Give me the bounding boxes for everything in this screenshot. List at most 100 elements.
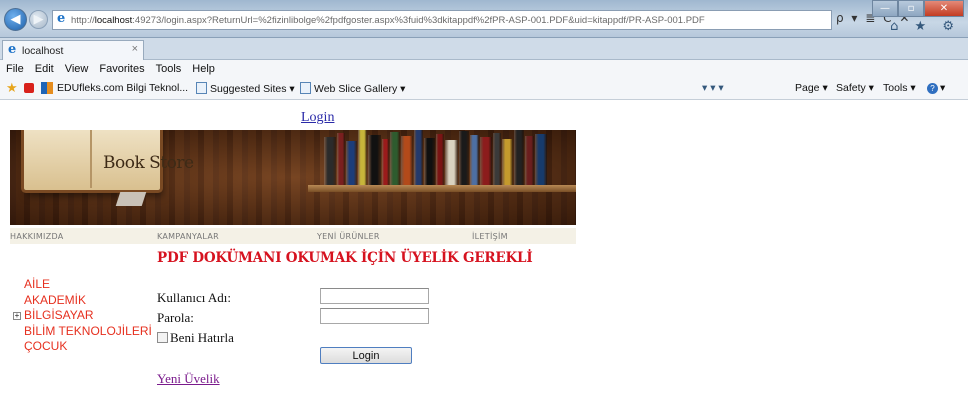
page-menu[interactable]: Page ▾ [795,82,828,94]
maximize-button[interactable]: ▫ [898,0,924,17]
book-spine [337,133,345,185]
book-spine [424,138,435,185]
tab-title: localhost [22,44,64,57]
category-item[interactable]: AİLE [24,277,152,293]
menu-tools[interactable]: Tools [156,63,182,75]
remember-me-label: Beni Hatırla [170,330,234,345]
menu-file[interactable]: File [6,63,24,75]
new-membership-link[interactable]: Yeni Üvelik [157,371,220,387]
browser-title-bar: ◀ ▶ http://localhost:49273/login.aspx?Re… [0,0,968,38]
page-heading: PDF DOKÜMANI OKUMAK İÇİN ÜYELİK GEREKLİ [157,250,533,266]
web-slice-label: Web Slice Gallery ▾ [314,83,406,95]
youtube-icon[interactable] [24,83,34,93]
favorites-star-icon[interactable]: ★ [6,81,19,94]
book-spine [346,141,357,185]
minimize-icon: — [880,3,890,14]
url-prefix: http:// [71,14,95,26]
main-nav: HAKKIMIZDA KAMPANYALAR YENİ ÜRÜNLER İLET… [10,228,576,244]
book-spine [445,140,458,185]
category-item[interactable]: AKADEMİK [24,293,152,309]
book-spine [436,134,444,185]
maximize-icon: ▫ [907,3,915,14]
username-field[interactable] [320,288,429,304]
book-spine [459,131,469,185]
book-spine [390,132,400,185]
tab-bar: localhost × [0,38,968,60]
page-content: Login Book Store HAKKIMIZDA KAMPANYALAR … [0,100,968,400]
password-field[interactable] [320,308,429,324]
nav-kampanyalar[interactable]: KAMPANYALAR [157,232,219,241]
close-window-button[interactable]: ✕ [924,0,964,17]
category-item[interactable]: + BİLGİSAYAR [13,308,152,324]
page-icon [300,82,311,94]
category-label: BİLİM TEKNOLOJİLERİ [24,323,152,338]
book-spine [502,139,513,185]
suggested-sites-label: Suggested Sites ▾ [210,83,295,95]
banner-title: Book Store [103,153,194,173]
username-label: Kullanıcı Adı: [157,290,232,305]
remember-me-checkbox[interactable] [157,332,168,343]
book-spine [493,133,501,185]
favorites-bar: ★ EDUfleks.com Bilgi Teknol... Suggested… [0,78,968,100]
back-button[interactable]: ◀ [4,8,27,31]
nav-yeni-urunler[interactable]: YENİ ÜRÜNLER [317,232,380,241]
help-menu[interactable]: ? ▾ [927,82,945,94]
category-item[interactable]: ÇOCUK [24,339,152,355]
login-link[interactable]: Login [301,110,334,126]
forward-button[interactable]: ▶ [29,10,48,29]
category-list: AİLE AKADEMİK + BİLGİSAYAR BİLİM TEKNOLOJ… [13,277,152,355]
url-host: localhost [94,14,133,26]
minimize-button[interactable]: — [872,0,898,17]
page-icon [196,82,207,94]
book-spine [514,130,524,185]
category-label: AİLE [24,277,51,291]
menu-bar: File Edit View Favorites Tools Help [0,60,968,78]
edufleks-icon [41,82,53,94]
menu-view[interactable]: View [65,63,89,75]
menu-help[interactable]: Help [192,63,215,75]
book-spine [414,130,423,185]
nav-iletisim[interactable]: İLETİŞİM [472,232,508,241]
category-label: BİLGİSAYAR [24,308,94,322]
book-spine [324,137,336,185]
favorite-edufleks[interactable]: EDUfleks.com Bilgi Teknol... [57,82,188,94]
favorite-web-slice-gallery[interactable]: Web Slice Gallery ▾ [300,82,405,95]
book-store-banner: Book Store [10,130,576,225]
menu-edit[interactable]: Edit [35,63,54,75]
category-item[interactable]: BİLİM TEKNOLOJİLERİ [24,324,152,340]
bookshelf-books [324,130,548,185]
safety-menu[interactable]: Safety ▾ [836,82,874,94]
book-spine [525,136,534,185]
book-spine [480,137,492,185]
help-menu-arrow: ▾ [940,82,946,94]
tab-close-icon[interactable]: × [132,43,138,55]
book-spine [401,136,413,185]
login-button[interactable]: Login [320,347,412,364]
forward-arrow-icon: ▶ [33,12,44,27]
menu-favorites[interactable]: Favorites [99,63,144,75]
close-icon: ✕ [939,3,949,14]
category-label: ÇOCUK [24,339,68,353]
url-path: :49273/login.aspx?ReturnUrl=%2fizinlibol… [132,14,705,26]
window-controls: — ▫ ✕ [872,0,964,17]
address-bar[interactable]: http://localhost:49273/login.aspx?Return… [52,10,832,30]
command-bar-icons[interactable]: ▾ ▾ ▾ [702,82,724,94]
book-spine [535,134,547,185]
book-spine [470,135,479,185]
home-favorites-tools-icons[interactable]: ⌂ ★ ⚙ [890,19,960,34]
back-arrow-icon: ◀ [10,12,21,27]
category-label: AKADEMİK [24,292,87,307]
expand-icon[interactable]: + [13,312,21,320]
tab-localhost[interactable]: localhost × [2,40,144,60]
tools-menu[interactable]: Tools ▾ [883,82,916,94]
favorite-suggested-sites[interactable]: Suggested Sites ▾ [196,82,295,95]
password-label: Parola: [157,310,194,325]
book-spine [358,130,367,185]
help-icon: ? [927,83,938,94]
ie-tab-icon [7,42,19,57]
book-spine [382,139,389,185]
ie-page-icon [56,11,68,26]
nav-hakkimizda[interactable]: HAKKIMIZDA [10,232,64,241]
bookshelf [308,185,576,192]
book-spine [368,135,381,185]
